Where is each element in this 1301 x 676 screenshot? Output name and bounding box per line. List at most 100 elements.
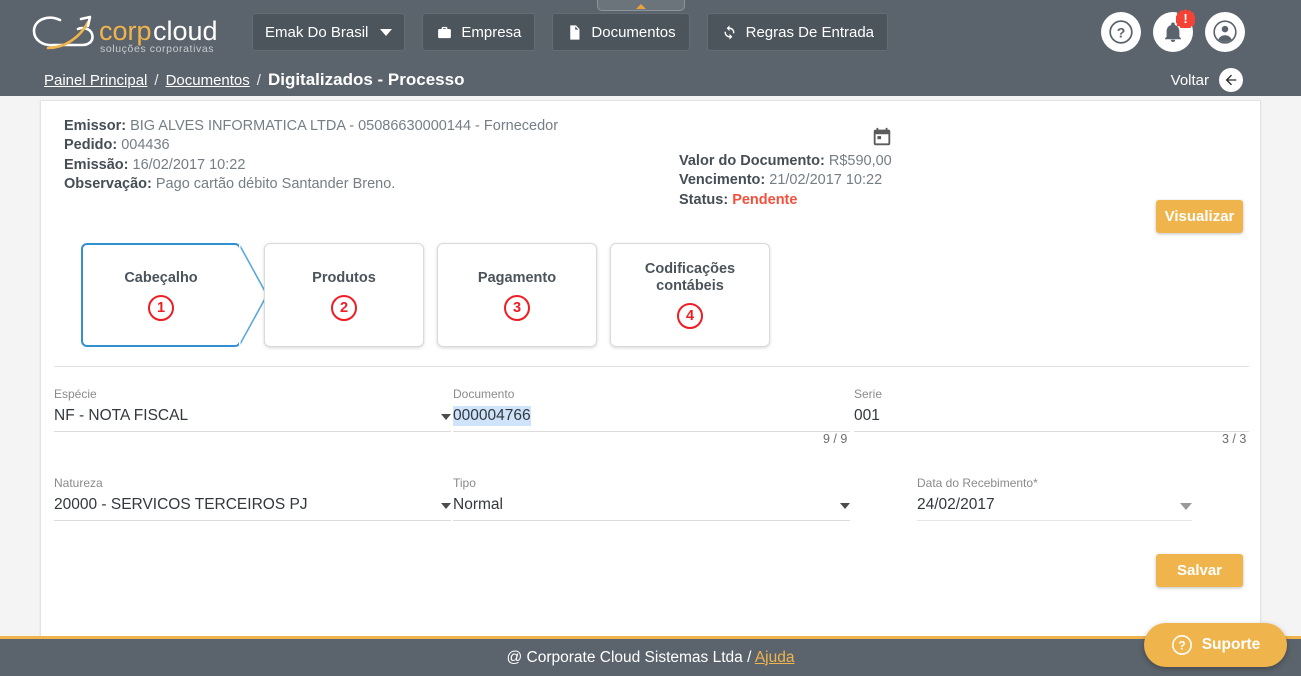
status-badge: Pendente: [732, 191, 798, 208]
page-title: Digitalizados - Processo: [267, 70, 465, 89]
app-root: corp cloud soluções corporativas Emak Do…: [0, 0, 1301, 676]
field-natureza: Natureza 20000 - SERVICOS TERCEIROS PJ: [54, 476, 451, 521]
breadcrumb-bar: Painel Principal / Documentos / Digitali…: [0, 64, 1301, 96]
step-tab-cabecalho-number: 1: [148, 294, 174, 321]
summary-label-valor: Valor do Documento:: [679, 153, 825, 169]
calendar-icon: [873, 127, 891, 146]
header-actions: ? !: [1101, 0, 1245, 64]
field-tipo: Tipo Normal: [453, 476, 850, 521]
summary-row-valor: Valor do Documento: R$590,00: [679, 152, 892, 171]
field-data-recebimento: Data do Recebimento* 24/02/2017: [917, 476, 1192, 521]
document-card: Emissor: BIG ALVES INFORMATICA LTDA - 05…: [40, 100, 1261, 676]
required-marker: *: [1033, 476, 1038, 490]
notification-badge: !: [1176, 9, 1195, 28]
especie-select[interactable]: NF - NOTA FISCAL: [54, 406, 451, 432]
svg-text:soluções corporativas: soluções corporativas: [100, 43, 214, 55]
nav-button-regras-de-entrada[interactable]: Regras De Entrada: [706, 13, 889, 51]
step-tab-cabecalho-label: Cabeçalho: [124, 269, 198, 286]
company-selector[interactable]: Emak Do Brasil: [252, 13, 406, 51]
chevron-down-icon: [441, 503, 451, 509]
chevron-down-icon: [380, 28, 393, 36]
help-button[interactable]: ?: [1101, 12, 1141, 52]
account-button[interactable]: [1205, 12, 1245, 52]
serie-counter: 3 / 3: [1222, 432, 1247, 446]
summary-label-observacao: Observação:: [64, 175, 152, 192]
app-footer: @ Corporate Cloud Sistemas Ltda / Ajuda: [0, 636, 1301, 676]
nav-button-empresa-label: Empresa: [461, 23, 522, 41]
step-tab-produtos[interactable]: Produtos 2: [264, 243, 424, 347]
field-serie-label: Serie: [854, 387, 883, 401]
field-especie-label: Espécie: [54, 387, 97, 401]
footer-copyright: @ Corporate Cloud Sistemas Ltda /: [506, 648, 755, 666]
chevron-down-icon: [1180, 503, 1192, 510]
back-button[interactable]: Voltar: [1171, 64, 1243, 96]
summary-label-pedido: Pedido:: [64, 137, 118, 154]
summary-label-vencimento: Vencimento:: [679, 172, 766, 189]
document-summary-right: Valor do Documento: R$590,00 Vencimento:…: [679, 152, 892, 210]
svg-text:?: ?: [1117, 24, 1126, 40]
footer-text: @ Corporate Cloud Sistemas Ltda / Ajuda: [506, 649, 794, 667]
step-tab-pagamento-label: Pagamento: [477, 269, 557, 286]
refresh-icon: [724, 24, 735, 40]
corpcloud-logo[interactable]: corp cloud soluções corporativas: [26, 8, 244, 56]
field-natureza-label: Natureza: [54, 476, 103, 490]
step-tab-pagamento-number: 3: [504, 294, 530, 321]
breadcrumb-item-documentos[interactable]: Documentos: [166, 72, 250, 89]
summary-value-observacao: Pago cartão débito Santander Breno.: [155, 175, 396, 192]
summary-value-vencimento: 21/02/2017 10:22: [769, 172, 883, 189]
summary-row-emissao: Emissão: 16/02/2017 10:22: [64, 156, 558, 175]
tipo-select[interactable]: Normal: [453, 495, 850, 521]
scroll-collapse-handle[interactable]: [597, 0, 685, 11]
field-documento-label: Documento: [453, 387, 515, 401]
nav-button-empresa[interactable]: Empresa: [422, 13, 536, 51]
field-data-recebimento-label: Data do Recebimento*: [917, 476, 1192, 490]
breadcrumb: Painel Principal / Documentos / Digitali…: [44, 70, 464, 90]
notifications-button[interactable]: !: [1153, 9, 1195, 52]
document-icon: [570, 24, 580, 40]
documento-input[interactable]: 000004766: [453, 406, 850, 432]
serie-input[interactable]: 001: [854, 406, 1249, 432]
breadcrumb-separator-2: /: [256, 72, 261, 89]
chevron-down-icon: [840, 503, 850, 509]
natureza-select[interactable]: 20000 - SERVICOS TERCEIROS PJ: [54, 495, 451, 521]
support-widget-button[interactable]: ? Suporte: [1144, 623, 1287, 667]
field-tipo-label: Tipo: [453, 476, 476, 490]
summary-value-emissor: BIG ALVES INFORMATICA LTDA - 05086630000…: [130, 118, 559, 134]
step-tab-pagamento[interactable]: Pagamento 3: [437, 243, 597, 347]
briefcase-icon: [438, 26, 452, 38]
company-selector-value: Emak Do Brasil: [265, 23, 369, 41]
nav-button-documentos[interactable]: Documentos: [552, 13, 690, 51]
back-button-label: Voltar: [1170, 71, 1209, 89]
summary-value-valor: R$590,00: [828, 153, 892, 169]
calendar-picker-button[interactable]: [871, 126, 893, 153]
arrow-left-icon: [1219, 68, 1243, 92]
step-tab-produtos-label: Produtos: [312, 269, 376, 286]
step-tab-codificacoes-label: Codificações contábeis: [644, 261, 736, 294]
tipo-select-value: Normal: [453, 496, 503, 513]
summary-row-status: Status: Pendente: [679, 191, 892, 210]
svg-text:corp: corp: [99, 16, 152, 46]
summary-value-emissao: 16/02/2017 10:22: [132, 156, 246, 173]
question-circle-icon: ?: [1171, 635, 1192, 655]
summary-row-vencimento: Vencimento: 21/02/2017 10:22: [679, 171, 892, 190]
field-data-recebimento-label-text: Data do Recebimento: [917, 476, 1034, 490]
visualizar-button[interactable]: Visualizar: [1156, 200, 1243, 233]
field-serie: Serie 001: [854, 387, 1249, 432]
step-tab-cabecalho[interactable]: Cabeçalho 1: [81, 243, 241, 347]
page-body: Emissor: BIG ALVES INFORMATICA LTDA - 05…: [0, 96, 1301, 676]
svg-text:?: ?: [1178, 639, 1185, 653]
step-tab-codificacoes-contabeis[interactable]: Codificações contábeis 4: [610, 243, 770, 347]
breadcrumb-item-painel-principal[interactable]: Painel Principal: [44, 72, 147, 89]
footer-link-ajuda[interactable]: Ajuda: [755, 649, 795, 666]
summary-row-observacao: Observação: Pago cartão débito Santander…: [64, 175, 558, 194]
salvar-button[interactable]: Salvar: [1156, 554, 1243, 587]
question-circle-icon: ?: [1109, 20, 1133, 44]
step-tab-produtos-number: 2: [331, 294, 357, 321]
data-recebimento-input[interactable]: 24/02/2017: [917, 495, 1192, 521]
breadcrumb-separator-1: /: [154, 72, 159, 89]
field-especie: Espécie NF - NOTA FISCAL: [54, 387, 451, 432]
natureza-select-value: 20000 - SERVICOS TERCEIROS PJ: [54, 496, 308, 513]
documento-input-value: 000004766: [453, 406, 531, 426]
data-recebimento-value: 24/02/2017: [917, 496, 995, 513]
form-divider: [54, 366, 1249, 367]
